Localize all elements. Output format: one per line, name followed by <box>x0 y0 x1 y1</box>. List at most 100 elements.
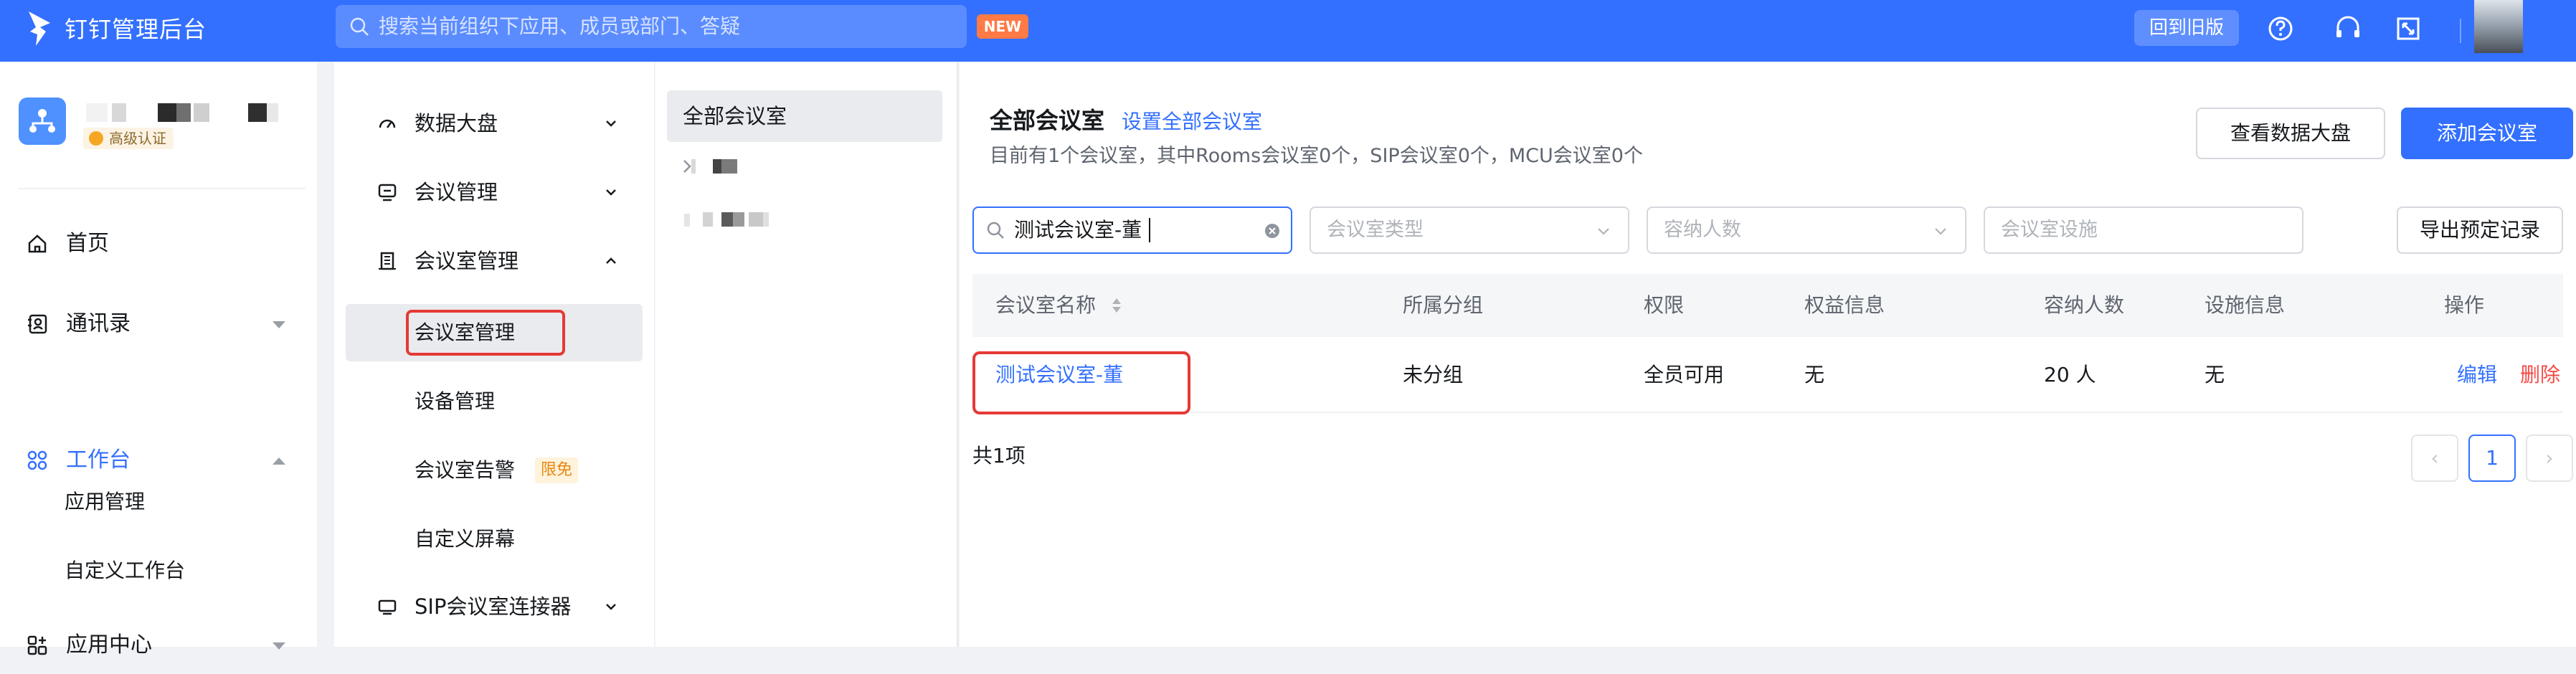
caret-down-icon <box>273 321 285 328</box>
tree-node-redacted[interactable] <box>681 205 825 234</box>
limited-free-badge: 限免 <box>535 457 579 483</box>
room-group-cell: 未分组 <box>1403 363 1464 386</box>
dashboard-gauge-icon <box>379 119 396 128</box>
sip-device-icon <box>378 599 397 615</box>
room-benefit-cell: 无 <box>1804 363 1825 386</box>
pagination-prev-button[interactable]: ‹ <box>2411 435 2458 482</box>
view-dashboard-button[interactable]: 查看数据大盘 <box>2196 108 2385 159</box>
user-avatar[interactable] <box>2474 0 2523 53</box>
room-type-select[interactable]: 会议室类型 <box>1310 207 1629 254</box>
menu-label: 自定义屏幕 <box>415 527 516 551</box>
menu-sub-custom-screen[interactable]: 自定义屏幕 <box>346 511 643 568</box>
org-avatar[interactable] <box>19 98 66 145</box>
workbench-icon <box>27 450 47 470</box>
room-facility-cell: 无 <box>2205 363 2225 386</box>
tree-node-all-rooms[interactable]: 全部会议室 <box>667 90 942 142</box>
nav-item-contacts[interactable]: 通讯录 <box>0 295 317 353</box>
column-header-facility: 设施信息 <box>2205 293 2286 317</box>
left-navigation: 高级认证 首页 通讯录 工作台 应用管理 自定义工作台 应用中心 <box>0 62 317 658</box>
add-room-button[interactable]: 添加会议室 <box>2401 108 2573 159</box>
org-structure-icon <box>29 109 55 133</box>
menu-data-dashboard[interactable]: 数据大盘 <box>334 89 654 158</box>
nav-subitem-app-management[interactable]: 应用管理 <box>0 473 317 531</box>
set-all-rooms-link[interactable]: 设置全部会议室 <box>1122 106 1262 138</box>
nav-label: 首页 <box>66 231 109 256</box>
menu-sub-room-alert[interactable]: 会议室告警 限免 <box>346 442 643 499</box>
clear-input-icon[interactable] <box>1264 222 1281 239</box>
pagination-page-1[interactable]: 1 <box>2468 435 2516 482</box>
text-cursor <box>1149 218 1150 242</box>
nav-label: 通讯录 <box>66 311 131 336</box>
column-header-actions: 操作 <box>2444 293 2485 317</box>
column-header-permission: 权限 <box>1644 293 1685 317</box>
meeting-screen-icon <box>378 184 397 201</box>
facility-placeholder: 会议室设施 <box>2001 219 2098 241</box>
cert-label: 高级认证 <box>109 130 166 147</box>
caret-up-icon <box>273 457 285 465</box>
menu-sip-connector[interactable]: SIP会议室连接器 <box>334 572 654 641</box>
search-placeholder: 搜索当前组织下应用、成员或部门、答疑 <box>379 14 741 38</box>
certified-check-icon <box>89 131 103 146</box>
sort-icon[interactable] <box>1110 295 1123 315</box>
search-icon <box>350 17 369 36</box>
room-summary-text: 目前有1个会议室，其中Rooms会议室0个，SIP会议室0个，MCU会议室0个 <box>990 145 1643 167</box>
room-group-tree: 全部会议室 <box>655 62 958 647</box>
top-bar: 钉钉管理后台 搜索当前组织下应用、成员或部门、答疑 NEW 回到旧版 <box>0 0 2576 62</box>
capacity-select[interactable]: 容纳人数 <box>1647 207 1966 254</box>
menu-sub-device-management[interactable]: 设备管理 <box>346 373 643 430</box>
chevron-down-icon <box>606 189 616 196</box>
fullscreen-icon[interactable] <box>2391 11 2425 46</box>
delete-room-link[interactable]: 删除 <box>2520 337 2560 413</box>
annotation-highlight-box <box>406 310 565 356</box>
export-booking-records-button[interactable]: 导出预定记录 <box>2397 207 2563 254</box>
pagination-next-button[interactable]: › <box>2526 435 2573 482</box>
chevron-down-icon <box>606 604 616 610</box>
room-name-search-value: 测试会议室-董 <box>1014 218 1142 242</box>
back-to-old-version-button[interactable]: 回到旧版 <box>2134 10 2239 46</box>
table-header: 会议室名称 所属分组 权限 权益信息 容纳人数 设施信息 操作 <box>972 274 2563 337</box>
chevron-down-icon <box>1935 228 1946 235</box>
new-badge: NEW <box>977 14 1028 39</box>
dingtalk-logo-icon[interactable] <box>24 7 56 50</box>
caret-down-icon <box>273 642 285 650</box>
menu-label: SIP会议室连接器 <box>415 594 572 619</box>
main-content: 全部会议室 设置全部会议室 目前有1个会议室，其中Rooms会议室0个，SIP会… <box>960 62 2576 647</box>
column-header-room-name[interactable]: 会议室名称 <box>995 274 1096 337</box>
facility-select[interactable]: 会议室设施 <box>1984 207 2303 254</box>
org-name-redacted <box>86 103 278 122</box>
chevron-down-icon <box>1598 228 1609 235</box>
edit-room-link[interactable]: 编辑 <box>2457 337 2497 413</box>
menu-label: 会议室管理 <box>415 249 519 273</box>
divider <box>19 188 306 189</box>
nav-label: 自定义工作台 <box>65 559 186 582</box>
room-capacity-cell: 20 人 <box>2044 363 2096 386</box>
capacity-placeholder: 容纳人数 <box>1664 219 1741 241</box>
help-icon[interactable] <box>2263 11 2298 46</box>
nav-label: 应用管理 <box>65 490 146 513</box>
contacts-icon <box>28 314 47 334</box>
tree-node-redacted[interactable] <box>681 152 796 181</box>
app-center-icon <box>27 635 47 655</box>
nav-label: 应用中心 <box>66 632 152 658</box>
room-type-placeholder: 会议室类型 <box>1327 219 1424 241</box>
global-search-input[interactable]: 搜索当前组织下应用、成员或部门、答疑 <box>336 5 967 48</box>
home-icon <box>28 234 47 253</box>
menu-label: 会议室告警 <box>415 458 516 482</box>
headset-support-icon[interactable] <box>2331 11 2365 46</box>
room-name-search-input[interactable]: 测试会议室-董 <box>972 207 1292 254</box>
nav-item-home[interactable]: 首页 <box>0 215 317 272</box>
menu-room-management[interactable]: 会议室管理 <box>334 227 654 295</box>
menu-label: 设备管理 <box>415 389 496 413</box>
app-title[interactable]: 钉钉管理后台 <box>65 13 207 46</box>
advanced-certification-badge: 高级认证 <box>83 128 174 149</box>
building-icon <box>379 252 396 270</box>
column-header-benefit: 权益信息 <box>1804 293 1885 317</box>
page-title: 全部会议室 <box>990 107 1105 134</box>
nav-subitem-custom-workbench[interactable]: 自定义工作台 <box>0 542 317 599</box>
menu-meeting-management[interactable]: 会议管理 <box>334 158 654 227</box>
column-header-capacity: 容纳人数 <box>2044 293 2125 317</box>
chevron-down-icon <box>606 120 616 127</box>
nav-item-app-center[interactable]: 应用中心 <box>0 617 317 674</box>
chevron-up-icon <box>606 257 616 264</box>
search-icon <box>987 222 1004 239</box>
